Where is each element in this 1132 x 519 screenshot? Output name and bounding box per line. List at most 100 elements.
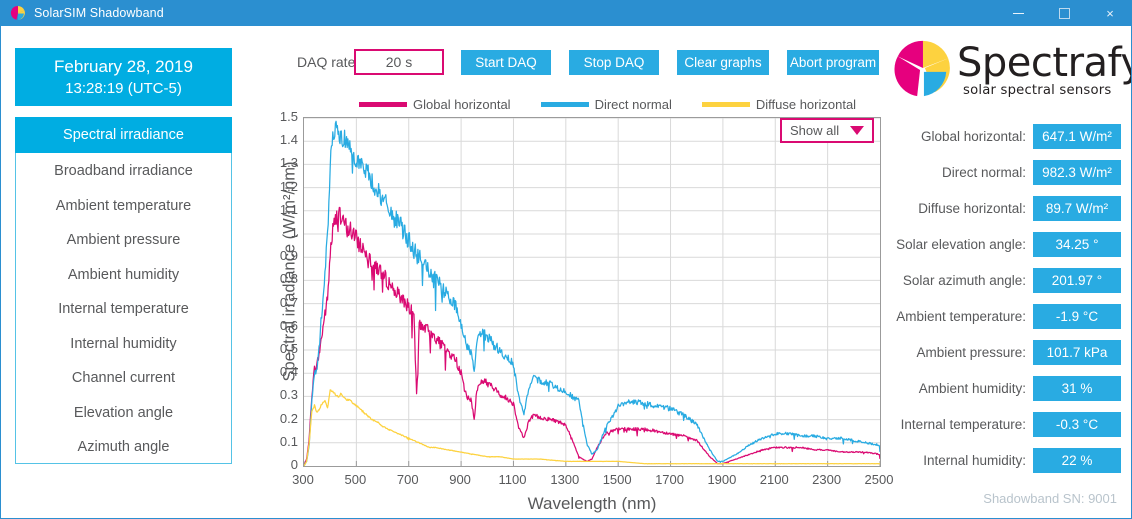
- sidebar-item-elevation-angle[interactable]: Elevation angle: [16, 396, 231, 431]
- sidebar-item-channel-current[interactable]: Channel current: [16, 361, 231, 396]
- chevron-down-icon: [850, 126, 864, 135]
- legend-item-direct-normal[interactable]: Direct normal: [540, 97, 672, 112]
- spectrafy-mark-icon: [891, 38, 953, 100]
- x-tick-label: 1300: [550, 472, 580, 487]
- series-line: [303, 120, 881, 467]
- readout-label: Solar azimuth angle:: [902, 272, 1026, 288]
- readout-panel: Global horizontal: 647.1 W/m² Direct norma…: [891, 118, 1121, 478]
- readout-value: 89.7 W/m²: [1033, 195, 1121, 221]
- sidebar-item-internal-temperature[interactable]: Internal temperature: [16, 292, 231, 327]
- window-controls: ×: [995, 0, 1131, 26]
- x-tick-label: 900: [449, 472, 471, 487]
- abort-program-button[interactable]: Abort program: [787, 50, 879, 75]
- x-tick-label: 1900: [707, 472, 737, 487]
- y-tick-label: 1.3: [279, 155, 298, 171]
- window-title: SolarSIM Shadowband: [34, 6, 164, 20]
- y-tick-label: 0.3: [279, 387, 298, 403]
- readout-value: 34.25 °: [1033, 231, 1121, 257]
- y-tick-label: 0.9: [279, 248, 298, 264]
- legend-swatch-direct-normal: [540, 102, 589, 107]
- readout-label: Solar elevation angle:: [896, 236, 1026, 252]
- readout-label: Global horizontal:: [920, 128, 1026, 144]
- readout-row: Ambient temperature: -1.9 °C: [891, 298, 1121, 334]
- x-tick-label: 1100: [498, 472, 527, 487]
- clear-graphs-button[interactable]: Clear graphs: [677, 50, 769, 75]
- readout-value: -0.3 °C: [1033, 411, 1121, 437]
- spectral-irradiance-chart: Spectral irradiance (W/m²/nm) Wavelength…: [247, 109, 894, 513]
- x-tick-label: 1500: [602, 472, 632, 487]
- readout-row: Internal humidity: 22 %: [891, 442, 1121, 478]
- legend-item-global-horizontal[interactable]: Global horizontal: [359, 97, 511, 112]
- start-daq-button[interactable]: Start DAQ: [461, 50, 551, 75]
- measurement-nav-list: Spectral irradiance Broadband irradiance…: [15, 117, 232, 464]
- datetime-panel: February 28, 2019 13:28:19 (UTC-5): [15, 48, 232, 106]
- readout-label: Direct normal:: [941, 164, 1026, 180]
- readout-value: -1.9 °C: [1033, 303, 1121, 329]
- y-tick-label: 0.8: [279, 271, 298, 287]
- sidebar-item-ambient-pressure[interactable]: Ambient pressure: [16, 223, 231, 258]
- y-tick-label: 0.2: [279, 410, 298, 426]
- legend-label-diffuse-horizontal: Diffuse horizontal: [755, 97, 857, 112]
- x-tick-label: 300: [292, 472, 314, 487]
- readout-row: Direct normal: 982.3 W/m²: [891, 154, 1121, 190]
- readout-label: Ambient humidity:: [918, 380, 1026, 396]
- readout-row: Internal temperature: -0.3 °C: [891, 406, 1121, 442]
- readout-row: Ambient humidity: 31 %: [891, 370, 1121, 406]
- brand-tagline: solar spectral sensors: [963, 83, 1112, 98]
- readout-label: Internal humidity:: [923, 452, 1026, 468]
- readout-row: Solar elevation angle: 34.25 °: [891, 226, 1121, 262]
- y-tick-label: 0.6: [279, 317, 298, 333]
- status-serial-number: Shadowband SN: 9001: [983, 491, 1117, 506]
- sidebar-item-internal-humidity[interactable]: Internal humidity: [16, 327, 231, 362]
- legend-item-diffuse-horizontal[interactable]: Diffuse horizontal: [701, 97, 857, 112]
- y-tick-label: 0.4: [279, 364, 298, 380]
- series-filter-dropdown[interactable]: Show all: [780, 118, 874, 143]
- stop-daq-button[interactable]: Stop DAQ: [569, 50, 659, 75]
- sidebar-item-ambient-humidity[interactable]: Ambient humidity: [16, 258, 231, 293]
- y-tick-label: 0: [290, 457, 298, 472]
- brand-logo: Spectrafy solar spectral sensors: [891, 36, 1131, 102]
- daq-rate-input[interactable]: 20 s: [354, 49, 444, 75]
- y-tick-label: 0.7: [279, 294, 298, 310]
- readout-label: Ambient pressure:: [916, 344, 1026, 360]
- brand-name: Spectrafy: [957, 40, 1132, 86]
- readout-label: Diffuse horizontal:: [918, 200, 1026, 216]
- readout-row: Solar azimuth angle: 201.97 °: [891, 262, 1121, 298]
- app-logo-icon: [10, 5, 26, 21]
- readout-value: 982.3 W/m²: [1033, 159, 1121, 185]
- y-tick-label: 1.2: [279, 178, 298, 194]
- x-tick-label: 700: [396, 472, 419, 487]
- close-button[interactable]: ×: [1087, 0, 1131, 26]
- legend-label-global-horizontal: Global horizontal: [413, 97, 511, 112]
- y-tick-label: 1.4: [279, 132, 298, 148]
- plot-svg: [303, 117, 881, 467]
- legend-swatch-global-horizontal: [359, 102, 407, 107]
- current-time: 13:28:19 (UTC-5): [65, 79, 182, 97]
- sidebar-item-ambient-temperature[interactable]: Ambient temperature: [16, 189, 231, 224]
- series-line: [303, 206, 881, 467]
- readout-value: 31 %: [1033, 375, 1121, 401]
- x-tick-label: 2100: [759, 472, 789, 487]
- sidebar-item-azimuth-angle[interactable]: Azimuth angle: [16, 430, 231, 465]
- readout-value: 647.1 W/m²: [1033, 123, 1121, 149]
- x-tick-label: 500: [344, 472, 367, 487]
- readout-row: Ambient pressure: 101.7 kPa: [891, 334, 1121, 370]
- minimize-button[interactable]: [995, 0, 1041, 26]
- readout-value: 22 %: [1033, 447, 1121, 473]
- y-tick-label: 0.1: [279, 433, 298, 449]
- readout-row: Diffuse horizontal: 89.7 W/m²: [891, 190, 1121, 226]
- current-date: February 28, 2019: [54, 56, 193, 76]
- y-tick-label: 1: [290, 225, 298, 240]
- x-tick-label: 1700: [655, 472, 684, 487]
- readout-row: Global horizontal: 647.1 W/m²: [891, 118, 1121, 154]
- readout-value: 101.7 kPa: [1033, 339, 1121, 365]
- maximize-button[interactable]: [1041, 0, 1087, 26]
- x-axis-label: Wavelength (nm): [527, 494, 657, 513]
- x-tick-label: 2300: [812, 472, 842, 487]
- application-window: SolarSIM Shadowband × February 28, 2019 …: [0, 0, 1132, 519]
- readout-value: 201.97 °: [1033, 267, 1121, 293]
- daq-rate-label: DAQ rate:: [297, 54, 360, 70]
- sidebar-item-broadband-irradiance[interactable]: Broadband irradiance: [16, 154, 231, 189]
- sidebar-item-spectral-irradiance[interactable]: Spectral irradiance: [15, 117, 232, 153]
- y-tick-label: 1.5: [279, 109, 298, 124]
